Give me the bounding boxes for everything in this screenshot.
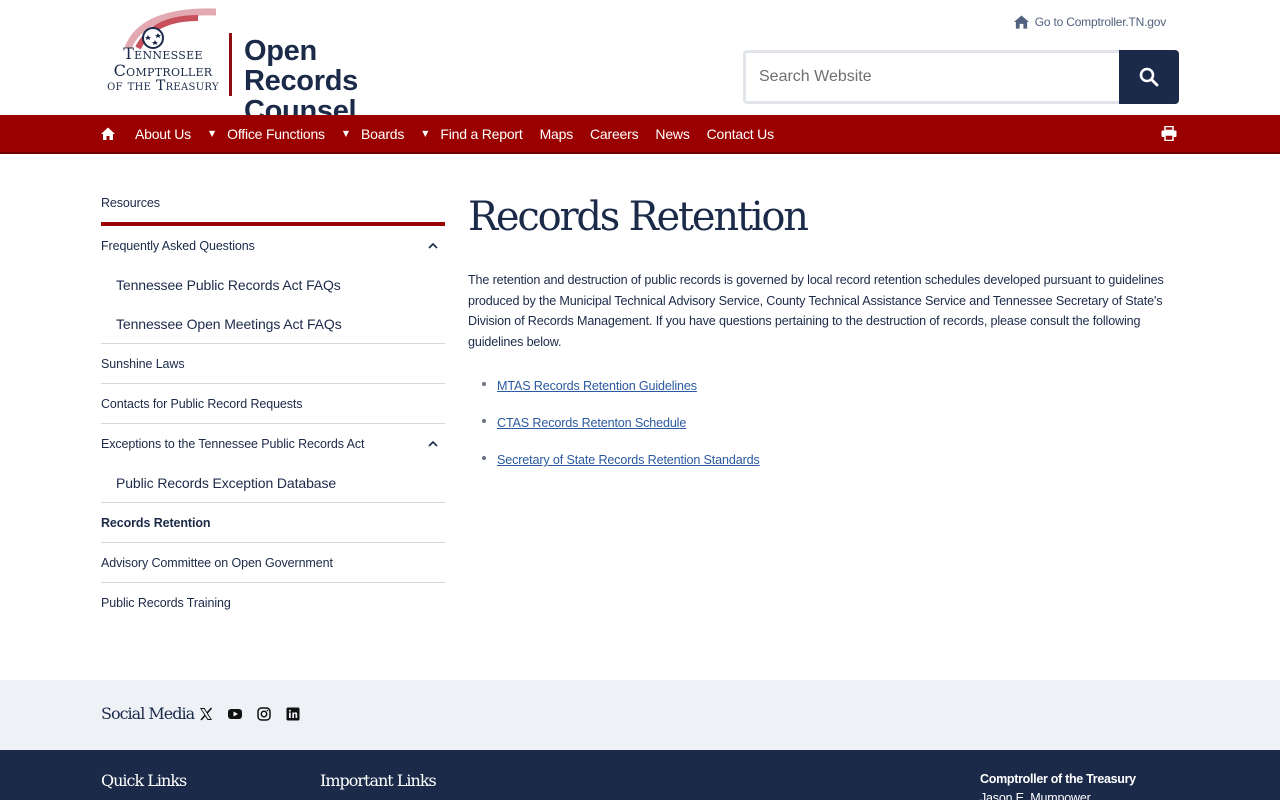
chevron-up-icon[interactable] xyxy=(427,438,439,450)
sidebar-item-label: Contacts for Public Record Requests xyxy=(101,397,303,411)
sos-standards-link[interactable]: Secretary of State Records Retention Sta… xyxy=(497,453,760,467)
sidebar-item-label: Exceptions to the Tennessee Public Recor… xyxy=(101,437,365,451)
sidebar-nav: Resources Frequently Asked Questions Ten… xyxy=(101,190,445,623)
sidebar-item-label: Public Records Training xyxy=(101,596,231,610)
nav-about-us[interactable]: About Us xyxy=(135,115,191,152)
intro-paragraph: The retention and destruction of public … xyxy=(468,273,1164,349)
site-header: Tennessee Comptroller of the Treasury Op… xyxy=(0,0,1280,126)
sidebar-subitem-toma-faqs[interactable]: Tennessee Open Meetings Act FAQs xyxy=(101,305,445,344)
site-footer: Quick Links Important Links Comptroller … xyxy=(0,750,1280,800)
footer-comptroller-name: Jason E. Mumpower xyxy=(980,791,1091,800)
main-content: Records Retention The retention and dest… xyxy=(468,190,1180,487)
nav-contact-us[interactable]: Contact Us xyxy=(707,115,774,152)
list-item: CTAS Records Retenton Schedule xyxy=(468,413,1180,450)
list-item: MTAS Records Retention Guidelines xyxy=(468,376,1180,413)
quick-links-heading: Quick Links xyxy=(101,771,187,790)
sidebar-item-label: Records Retention xyxy=(101,516,211,530)
main-nav: About Us ▼ Office Functions ▼ Boards ▼ F… xyxy=(0,115,1280,154)
sidebar-item-advisory-committee[interactable]: Advisory Committee on Open Government xyxy=(101,543,445,583)
comptroller-seal: Tennessee Comptroller of the Treasury xyxy=(98,8,228,98)
site-logo[interactable]: Tennessee Comptroller of the Treasury Op… xyxy=(98,8,428,126)
chevron-down-icon[interactable]: ▼ xyxy=(422,115,428,152)
sidebar-item-label: Sunshine Laws xyxy=(101,357,185,371)
linkedin-icon[interactable] xyxy=(286,707,300,721)
mtas-guidelines-link[interactable]: MTAS Records Retention Guidelines xyxy=(497,379,697,393)
sidebar-subitem-tpra-faqs[interactable]: Tennessee Public Records Act FAQs xyxy=(101,266,445,305)
chevron-down-icon[interactable]: ▼ xyxy=(343,115,349,152)
print-icon[interactable] xyxy=(1161,126,1177,141)
sidebar-item-contacts[interactable]: Contacts for Public Record Requests xyxy=(101,384,445,424)
nav-news[interactable]: News xyxy=(655,115,689,152)
comptroller-site-link[interactable]: Go to Comptroller.TN.gov xyxy=(1013,15,1166,29)
ctas-schedule-link[interactable]: CTAS Records Retenton Schedule xyxy=(497,416,686,430)
sidebar-item-exceptions[interactable]: Exceptions to the Tennessee Public Recor… xyxy=(101,424,445,464)
sidebar-heading[interactable]: Resources xyxy=(101,190,445,226)
sidebar-item-records-retention[interactable]: Records Retention xyxy=(101,503,445,543)
logo-title: Open Records Counsel xyxy=(244,36,428,126)
sidebar-subitem-exception-database[interactable]: Public Records Exception Database xyxy=(101,464,445,503)
x-icon[interactable] xyxy=(199,707,213,721)
search-input[interactable] xyxy=(743,50,1119,104)
chevron-down-icon[interactable]: ▼ xyxy=(209,115,215,152)
list-item: Secretary of State Records Retention Sta… xyxy=(468,450,1180,487)
guidelines-list: MTAS Records Retention Guidelines CTAS R… xyxy=(468,376,1180,487)
social-media-bar: Social Media xyxy=(0,680,1280,750)
instagram-icon[interactable] xyxy=(257,707,271,721)
youtube-icon[interactable] xyxy=(228,707,242,721)
site-search xyxy=(743,50,1179,104)
nav-office-functions[interactable]: Office Functions xyxy=(227,115,325,152)
nav-boards[interactable]: Boards xyxy=(361,115,404,152)
home-icon xyxy=(1013,15,1029,29)
sidebar-item-training[interactable]: Public Records Training xyxy=(101,583,445,623)
home-icon xyxy=(101,127,115,140)
social-media-title: Social Media xyxy=(101,704,195,723)
logo-divider xyxy=(229,33,232,96)
nav-maps[interactable]: Maps xyxy=(540,115,574,152)
chevron-up-icon[interactable] xyxy=(427,240,439,252)
sidebar-item-label: Advisory Committee on Open Government xyxy=(101,556,333,570)
sidebar-item-label: Frequently Asked Questions xyxy=(101,239,255,253)
nav-careers[interactable]: Careers xyxy=(590,115,639,152)
nav-home-link[interactable] xyxy=(101,127,115,141)
logo-title-line1: Open Records xyxy=(244,35,358,97)
comptroller-link-text: Go to Comptroller.TN.gov xyxy=(1034,15,1166,29)
important-links-heading: Important Links xyxy=(320,771,437,790)
footer-org-name: Comptroller of the Treasury xyxy=(980,772,1136,786)
sidebar-item-sunshine-laws[interactable]: Sunshine Laws xyxy=(101,344,445,384)
seal-line-3: of the Treasury xyxy=(107,78,219,94)
page-title: Records Retention xyxy=(468,194,809,240)
search-button[interactable] xyxy=(1119,50,1179,104)
search-icon xyxy=(1139,67,1159,87)
sidebar-item-faq[interactable]: Frequently Asked Questions xyxy=(101,226,445,266)
nav-find-a-report[interactable]: Find a Report xyxy=(440,115,522,152)
